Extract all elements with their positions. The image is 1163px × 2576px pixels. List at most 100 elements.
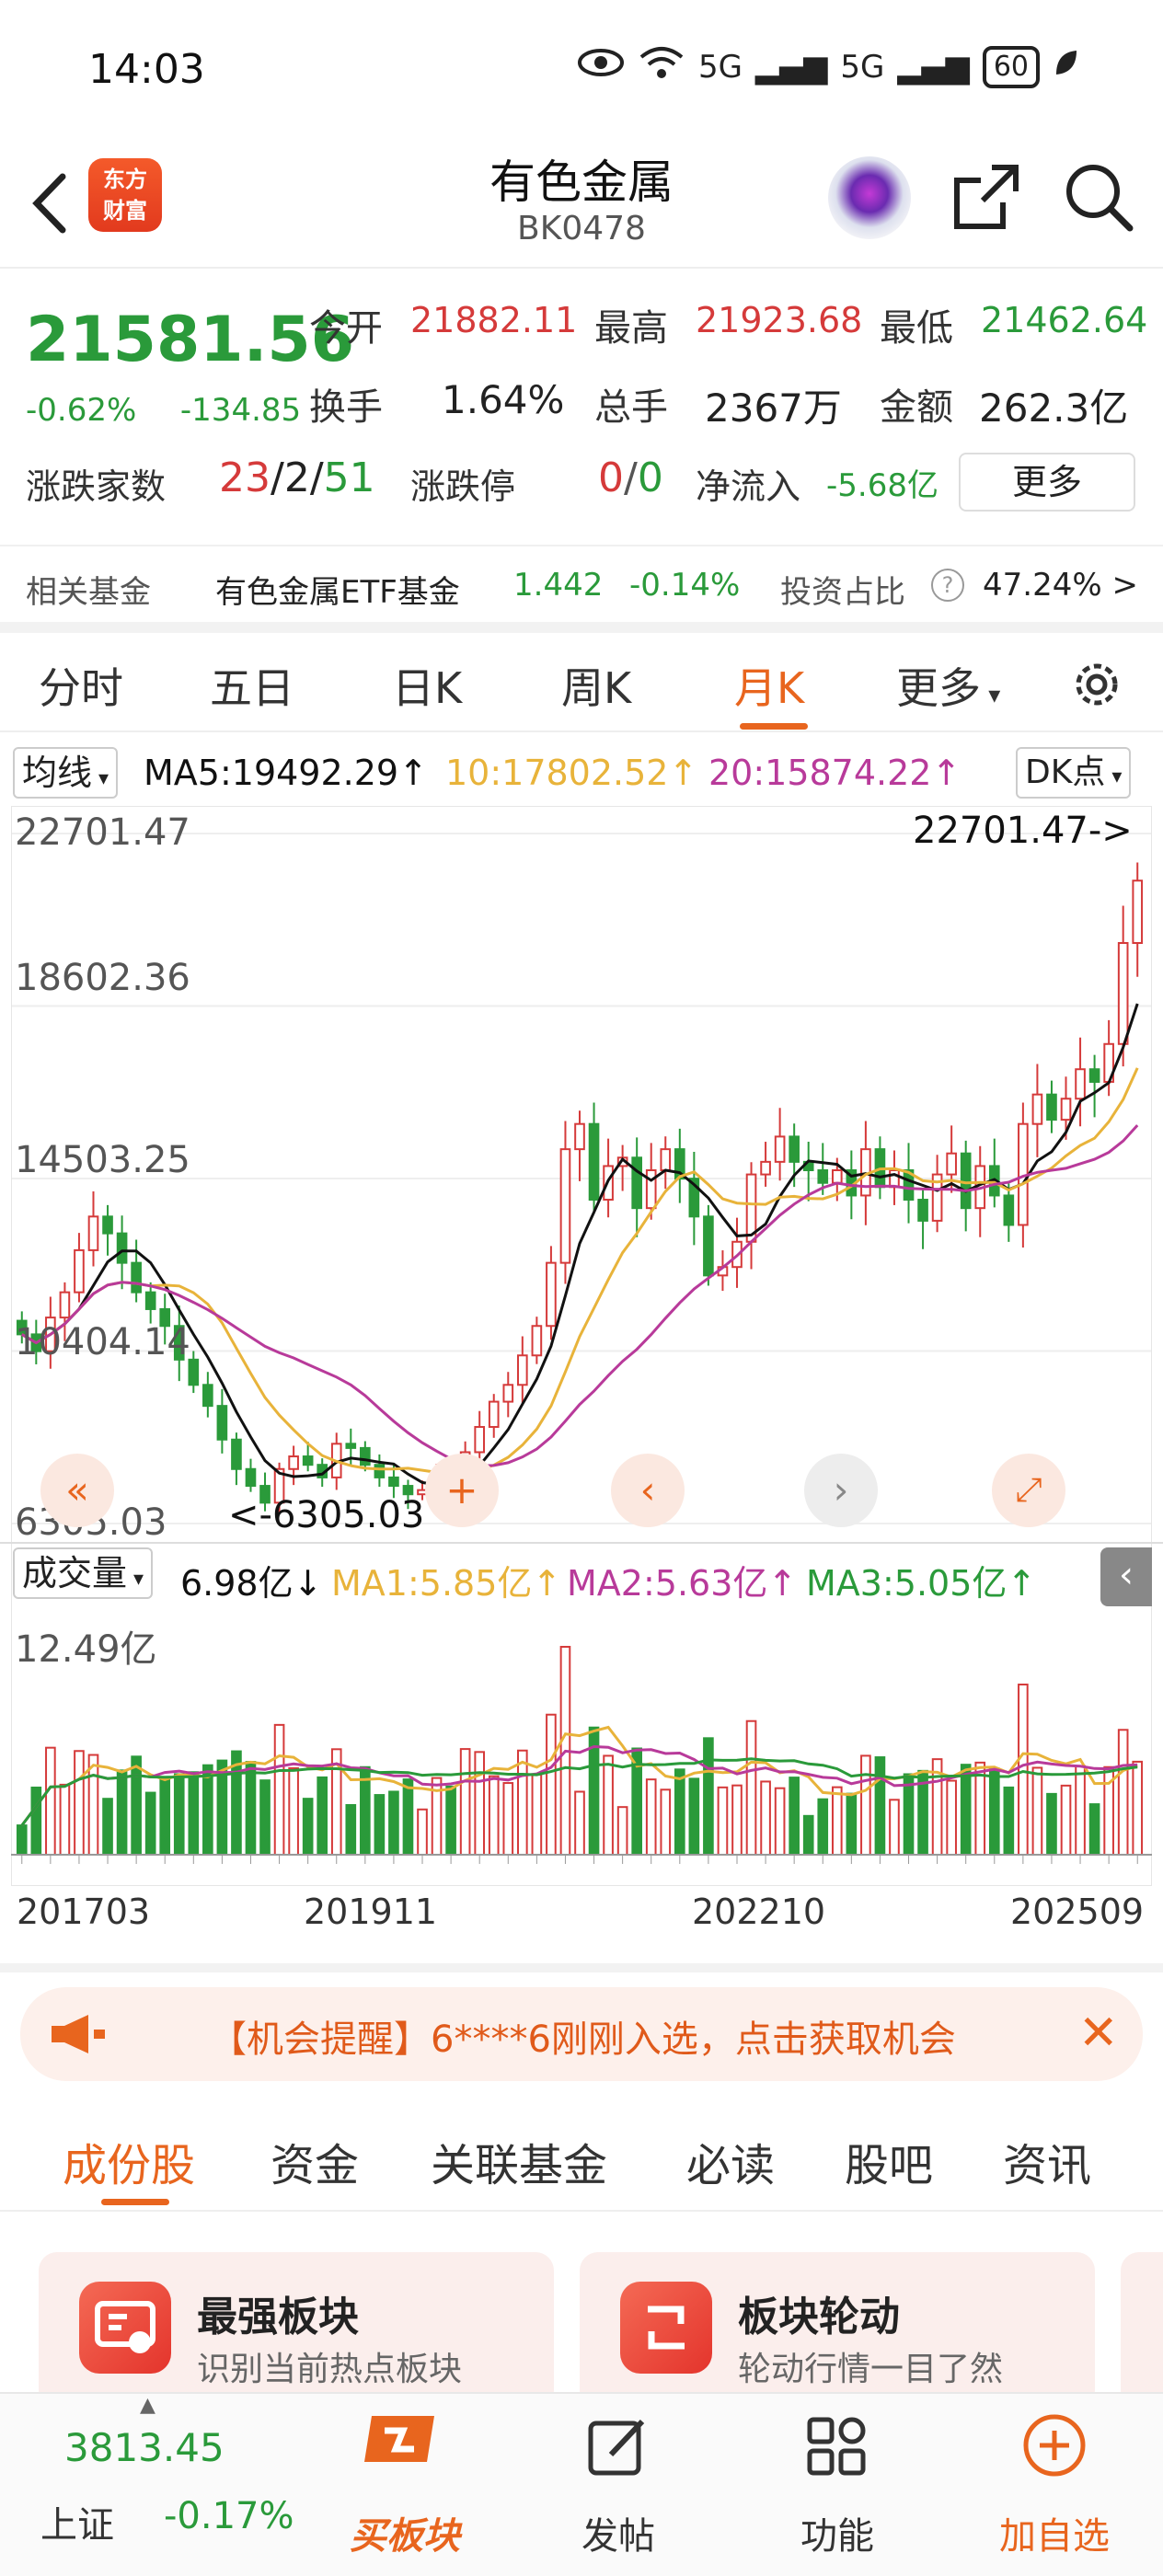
volume-bar [674, 1768, 685, 1856]
related-fund-row[interactable]: 相关基金 有色金属ETF基金 1.442 -0.14% 投资占比 ? 47.24… [0, 545, 1163, 622]
candle-body [789, 1135, 800, 1163]
opportunity-notice[interactable]: 【机会提醒】6****6刚刚入选，点击获取机会 ✕ [20, 1987, 1143, 2081]
tab-constituents[interactable]: 成份股 [63, 2129, 195, 2193]
index-value[interactable]: 3813.45 [64, 2425, 225, 2470]
expand-caret-icon[interactable]: ▲ [140, 2394, 155, 2417]
active-tab-indicator [740, 723, 808, 730]
candle-body [74, 1248, 85, 1294]
buy-sector-button[interactable]: 买板块 [331, 2506, 478, 2559]
volume-bar [417, 1808, 428, 1857]
candle-body [660, 1148, 672, 1172]
price-axis-4: 10404.14 [15, 1321, 190, 1363]
netflow-label: 净流入 [696, 466, 801, 507]
volume-bar [173, 1773, 185, 1857]
functions-button[interactable]: 功能 [764, 2506, 911, 2559]
candle-body [1046, 1093, 1057, 1121]
tab-forum[interactable]: 股吧 [845, 2129, 933, 2193]
volume-bar [731, 1784, 743, 1857]
volume-bar [459, 1748, 471, 1857]
candle-body [288, 1455, 299, 1470]
candle-body [388, 1476, 399, 1488]
megaphone-icon [48, 2011, 109, 2061]
chart-period-tabs: 分时 五日 日K 周K 月K 更多 ▾ [0, 631, 1163, 732]
tab-must-read[interactable]: 必读 [686, 2129, 775, 2193]
add-watchlist-button[interactable]: 加自选 [981, 2506, 1128, 2559]
volume-bar [102, 1798, 113, 1857]
help-icon[interactable]: ? [931, 569, 964, 602]
indicator-selector[interactable]: 均线 ▾ [13, 747, 119, 799]
volume-bar [517, 1749, 528, 1856]
volume-bar [703, 1737, 714, 1856]
search-icon[interactable] [1062, 160, 1135, 234]
tab-news[interactable]: 资讯 [1003, 2129, 1091, 2193]
zoom-in-icon[interactable]: + [425, 1454, 499, 1527]
volume-bar [188, 1771, 200, 1857]
volume-bar [831, 1786, 843, 1857]
volume-bar [45, 1746, 56, 1856]
turnover-value: 1.64% [442, 377, 565, 422]
high-value: 21923.68 [696, 300, 863, 340]
next-card-peek[interactable] [1121, 2252, 1163, 2409]
tab-five-day[interactable]: 五日 [210, 655, 294, 716]
volume-indicator-selector[interactable]: 成交量 ▾ [13, 1547, 154, 1599]
volume-ma2: MA2:5.63亿↑ [567, 1563, 798, 1604]
chart-first-icon[interactable]: « [40, 1454, 114, 1527]
volume-axis-max: 12.49亿 [15, 1628, 157, 1671]
close-icon[interactable]: ✕ [1078, 2006, 1119, 2061]
low-value: 21462.64 [981, 300, 1148, 340]
volume-bar [717, 1786, 729, 1856]
sector-rotation-card[interactable]: 板块轮动 轮动行情一目了然 [580, 2252, 1095, 2409]
volume-legend-row: 成交量 ▾ 6.98亿↓ MA1:5.85亿↑ MA2:5.63亿↑ MA3:5… [0, 1542, 1163, 1608]
candle-body [760, 1160, 771, 1176]
tab-related-funds[interactable]: 关联基金 [431, 2129, 607, 2193]
ratio-label: 投资占比 [780, 574, 905, 611]
rotation-icon [620, 2282, 712, 2374]
volume-bar [988, 1767, 1000, 1856]
ratio-value: 47.24% > [983, 567, 1138, 604]
volume-bar [889, 1799, 900, 1856]
volume-bar [1031, 1766, 1043, 1857]
share-icon[interactable] [951, 162, 1021, 232]
index-name: 上证 [40, 2504, 114, 2547]
candle-body [946, 1152, 957, 1176]
change-percent: -0.62% [26, 392, 137, 429]
volume-bar [273, 1723, 285, 1856]
volume-bar [1088, 1803, 1100, 1857]
tab-monthly-k[interactable]: 月K [734, 655, 804, 716]
candle-body [774, 1135, 786, 1163]
volume-bar [688, 1777, 700, 1857]
settings-gear-icon[interactable] [1067, 655, 1126, 714]
volume-bar [1117, 1729, 1129, 1857]
tab-more[interactable]: 更多 ▾ [896, 655, 1000, 716]
tab-daily-k[interactable]: 日K [392, 655, 462, 716]
candle-body [1088, 1068, 1100, 1083]
turnover-label: 换手 [309, 386, 383, 429]
breadth-sep-1: / [271, 454, 284, 501]
chart-next-icon[interactable]: › [804, 1454, 878, 1527]
tab-funds-flow[interactable]: 资金 [271, 2129, 359, 2193]
more-button[interactable]: 更多 [959, 453, 1135, 512]
status-time: 14:03 [88, 46, 205, 93]
tab-intraday[interactable]: 分时 [39, 655, 123, 716]
amount-label: 金额 [880, 386, 953, 429]
volume-bar [789, 1777, 800, 1857]
candle-body [817, 1169, 829, 1184]
volume-bar [116, 1769, 128, 1856]
tab-weekly-k[interactable]: 周K [561, 655, 631, 716]
volume-bar [159, 1778, 171, 1857]
chart-prev-icon[interactable]: ‹ [611, 1454, 685, 1527]
fullscreen-icon[interactable]: ⤢ [992, 1454, 1065, 1527]
volume-bar [874, 1756, 886, 1856]
collapse-panel-icon[interactable]: ‹ [1100, 1547, 1152, 1606]
ai-assistant-icon[interactable] [828, 156, 911, 239]
signal-bars-icon: ▂▄▆ [754, 48, 828, 86]
volume-bar [317, 1776, 328, 1856]
volume-label: 总手 [594, 386, 668, 429]
volume-bar [144, 1791, 156, 1857]
strongest-sector-card[interactable]: 最强板块 识别当前热点板块 [39, 2252, 554, 2409]
candle-body [631, 1156, 642, 1210]
volume-bar [860, 1754, 871, 1856]
card-title: 板块轮动 [738, 2294, 900, 2340]
post-button[interactable]: 发帖 [545, 2506, 692, 2559]
dk-point-selector[interactable]: DK点 ▾ [1016, 747, 1132, 799]
